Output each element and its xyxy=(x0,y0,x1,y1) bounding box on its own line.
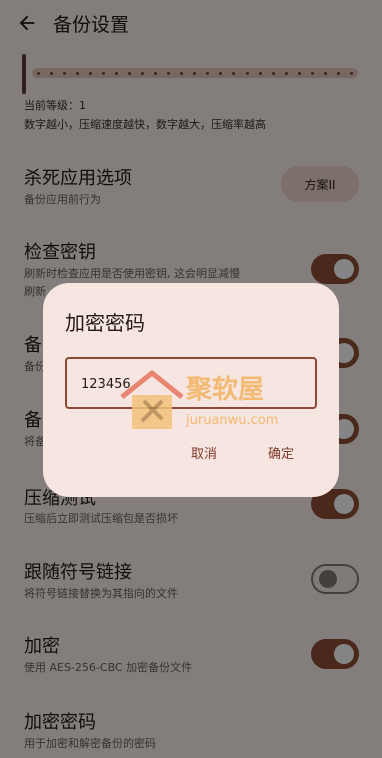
cancel-button[interactable]: 取消 xyxy=(191,443,217,462)
watermark: 聚软屋 juruanwu.com xyxy=(118,367,298,433)
confirm-button[interactable]: 确定 xyxy=(268,443,294,462)
house-logo-icon xyxy=(120,370,184,429)
watermark-url: juruanwu.com xyxy=(186,413,279,428)
dialog-title: 加密密码 xyxy=(65,311,145,335)
watermark-text: 聚软屋 xyxy=(186,375,265,405)
